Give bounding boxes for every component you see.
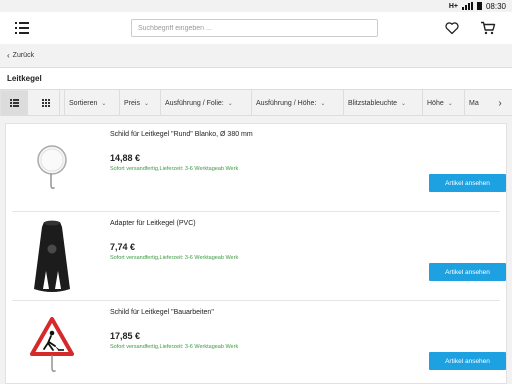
filter-label: Preis <box>124 99 140 107</box>
search-input[interactable] <box>131 19 378 37</box>
filter-label: Blitzstableuchte <box>348 99 398 107</box>
clock: 08:30 <box>485 1 506 11</box>
filter-execution-height[interactable]: Ausführung / Höhe: ⌄ <box>251 90 343 115</box>
product-name[interactable]: Schild für Leitkegel "Bauarbeiten" <box>110 309 214 316</box>
availability-text: Sofort versandfertig,Lieferzeit: 3-6 Wer… <box>110 344 239 350</box>
wishlist-heart-icon[interactable] <box>444 20 460 36</box>
product-price: 7,74 € <box>110 242 136 252</box>
page-title: Leitkegel <box>7 74 42 83</box>
back-label: Zurück <box>12 52 35 59</box>
category-title-bar: Leitkegel <box>0 68 512 90</box>
chevron-right-icon: › <box>498 97 502 109</box>
app-header <box>0 12 512 44</box>
round-sign-icon <box>37 145 67 189</box>
chevron-left-icon: ‹ <box>7 51 10 60</box>
back-link[interactable]: ‹ Zurück <box>0 44 512 68</box>
product-price: 14,88 € <box>110 153 141 163</box>
filter-label: Sortieren <box>69 99 98 107</box>
product-card: Adapter für Leitkegel (PVC) 7,74 € Sofor… <box>12 213 506 301</box>
chevron-down-icon: ⌄ <box>320 100 326 107</box>
menu-icon[interactable] <box>15 22 29 34</box>
network-type: H+ <box>448 2 458 10</box>
product-name[interactable]: Adapter für Leitkegel (PVC) <box>110 220 196 227</box>
filter-flash-light[interactable]: Blitzstableuchte ⌄ <box>343 90 422 115</box>
grid-view-icon <box>41 99 50 107</box>
product-list: Schild für Leitkegel "Rund" Blanko, Ø 38… <box>5 123 507 384</box>
chevron-down-icon: ⌄ <box>447 100 453 107</box>
availability-text: Sofort versandfertig,Lieferzeit: 3-6 Wer… <box>110 255 239 261</box>
filter-label: Ma <box>469 99 479 107</box>
list-view-toggle[interactable] <box>0 90 28 115</box>
roadwork-sign-icon <box>30 317 74 372</box>
product-card: Schild für Leitkegel "Bauarbeiten" 17,85… <box>12 302 506 383</box>
list-view-icon <box>9 99 19 107</box>
filter-sort[interactable]: Sortieren ⌄ <box>64 90 119 115</box>
product-image[interactable] <box>12 213 92 301</box>
chevron-down-icon: ⌄ <box>227 100 233 107</box>
filter-scroll-right-button[interactable]: › <box>488 90 512 115</box>
availability-text: Sofort versandfertig,Lieferzeit: 3-6 Wer… <box>110 166 239 172</box>
chevron-down-icon: ⌄ <box>143 100 149 107</box>
filter-height[interactable]: Höhe ⌄ <box>422 90 464 115</box>
signal-icon <box>461 2 473 10</box>
product-image[interactable] <box>12 302 92 383</box>
filter-label: Höhe <box>427 99 444 107</box>
chevron-down-icon: ⌄ <box>401 100 407 107</box>
filter-label: Ausführung / Folie: <box>165 99 224 107</box>
filter-price[interactable]: Preis ⌄ <box>119 90 160 115</box>
product-image[interactable] <box>12 124 92 212</box>
chevron-down-icon: ⌄ <box>101 100 107 107</box>
battery-icon <box>476 2 482 10</box>
filter-label: Ausführung / Höhe: <box>256 99 317 107</box>
filter-execution-foil[interactable]: Ausführung / Folie: ⌄ <box>160 90 251 115</box>
filter-bar: Sortieren ⌄ Preis ⌄ Ausführung / Folie: ⌄ A… <box>0 90 512 116</box>
status-bar: H+ 08:30 <box>0 0 512 12</box>
adapter-icon <box>34 220 70 292</box>
product-name[interactable]: Schild für Leitkegel "Rund" Blanko, Ø 38… <box>110 131 253 138</box>
grid-view-toggle[interactable] <box>32 90 60 115</box>
view-article-button[interactable]: Artikel ansehen <box>429 174 506 192</box>
product-price: 17,85 € <box>110 331 141 341</box>
cart-icon[interactable] <box>480 20 496 36</box>
view-article-button[interactable]: Artikel ansehen <box>429 263 506 281</box>
product-card: Schild für Leitkegel "Rund" Blanko, Ø 38… <box>12 124 506 212</box>
view-article-button[interactable]: Artikel ansehen <box>429 352 506 370</box>
